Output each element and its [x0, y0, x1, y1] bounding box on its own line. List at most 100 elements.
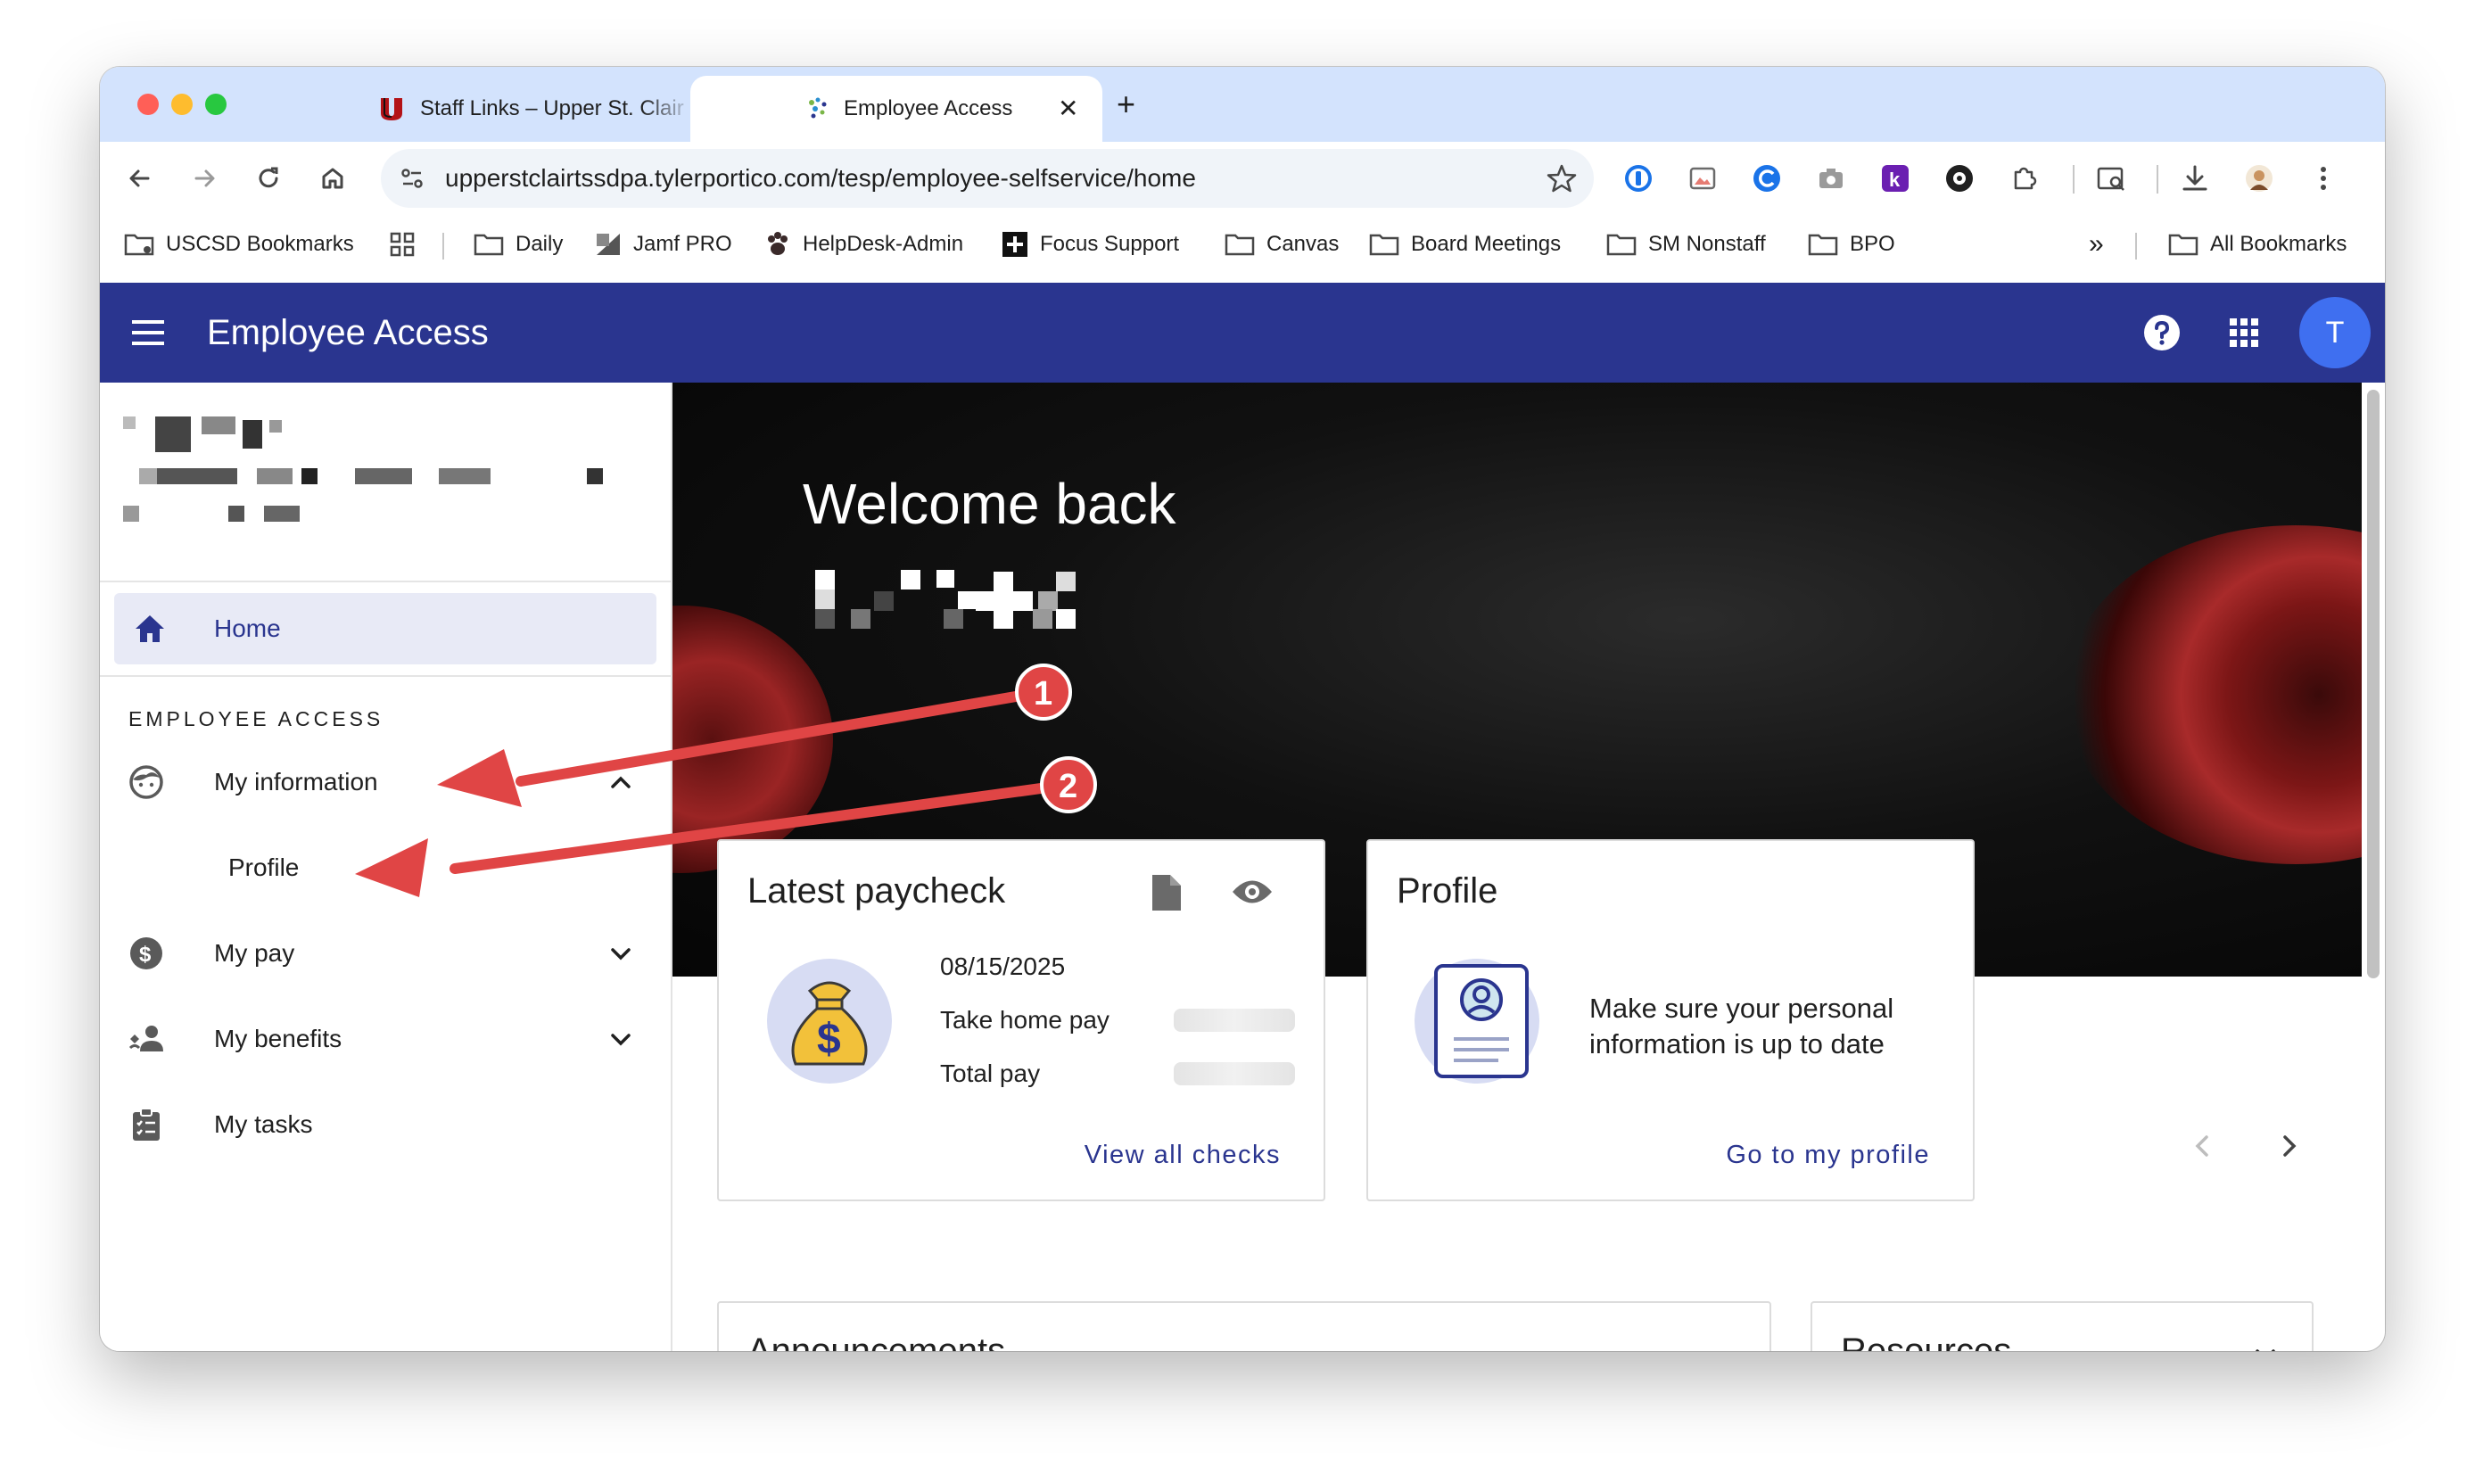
bookmark-label: USCSD Bookmarks: [166, 232, 354, 256]
chevron-right-icon[interactable]: [2271, 1128, 2306, 1164]
extensions-puzzle-icon[interactable]: [2007, 161, 2041, 195]
tab-employee-access[interactable]: Employee Access ✕: [690, 76, 1102, 142]
menu-icon[interactable]: [130, 317, 166, 349]
resources-card: Resources: [1811, 1301, 2314, 1351]
bookmark-uscsd[interactable]: USCSD Bookmarks: [123, 227, 354, 261]
chevron-down-icon[interactable]: [2249, 1339, 2281, 1351]
bookmark-label: Board Meetings: [1411, 232, 1562, 256]
folder-icon: [124, 234, 154, 256]
bookmark-star-icon[interactable]: [1546, 162, 1578, 194]
sidebar-item-my-tasks[interactable]: My tasks: [100, 1089, 671, 1160]
folder-icon: [474, 234, 504, 256]
sidebar-item-label: My pay: [214, 939, 295, 967]
home-icon[interactable]: [316, 161, 350, 195]
password-manager-icon[interactable]: [1621, 161, 1655, 195]
bookmark-label: Jamf PRO: [633, 232, 732, 256]
view-all-checks-link[interactable]: View all checks: [1085, 1139, 1281, 1171]
minimize-window-button[interactable]: [171, 94, 193, 115]
chevron-up-icon[interactable]: [605, 766, 637, 798]
svg-text:$: $: [817, 1016, 841, 1063]
money-bag-icon: $: [767, 959, 892, 1084]
close-window-button[interactable]: [137, 94, 159, 115]
folder-icon: [1225, 234, 1255, 256]
latest-paycheck-card: Latest paycheck $ 08/15/2025 Take home p…: [717, 839, 1325, 1201]
reload-icon[interactable]: [252, 161, 285, 195]
svg-text:k: k: [1889, 169, 1901, 191]
new-tab-button[interactable]: +: [1117, 87, 1135, 122]
download-icon[interactable]: [2178, 161, 2212, 195]
hero-background-image: [2064, 525, 2362, 864]
sidebar-item-my-benefits[interactable]: My benefits: [100, 1003, 671, 1075]
more-bookmarks-button[interactable]: »: [2089, 227, 2104, 261]
close-icon[interactable]: ✕: [1058, 94, 1078, 124]
browser-window: Staff Links – Upper St. Clair S ✕ Employ…: [100, 67, 2385, 1351]
profile-card: Profile Make sure your personal informat…: [1366, 839, 1975, 1201]
people-icon: [128, 1026, 163, 1051]
sidebar-item-my-information[interactable]: My information: [100, 746, 671, 818]
bookmark-daily[interactable]: Daily: [473, 227, 563, 261]
sidebar-item-label: Profile: [228, 853, 300, 881]
all-bookmarks-button[interactable]: All Bookmarks: [2167, 227, 2347, 261]
apps-grid-icon[interactable]: [2228, 317, 2260, 349]
clipboard-list-icon: [133, 1108, 160, 1141]
document-icon[interactable]: [1151, 873, 1183, 912]
more-vert-icon[interactable]: [2306, 161, 2340, 195]
take-home-pay-value: [1174, 1009, 1295, 1032]
bookmark-apps[interactable]: [389, 227, 416, 261]
bookmark-bpo[interactable]: BPO: [1807, 227, 1895, 261]
tyler-logo-icon: [809, 97, 827, 119]
profile-avatar-icon[interactable]: [2242, 161, 2276, 195]
tab-strip: Staff Links – Upper St. Clair S ✕ Employ…: [100, 67, 2385, 142]
app-title: Employee Access: [207, 313, 489, 352]
sidebar-item-home[interactable]: Home: [114, 593, 656, 664]
back-arrow-icon[interactable]: [123, 161, 157, 195]
eye-icon[interactable]: [1231, 875, 1274, 909]
scrollbar[interactable]: [2367, 390, 2380, 978]
upper-st-clair-logo-icon: [381, 98, 402, 120]
bookmark-focus-support[interactable]: Focus Support: [1001, 227, 1179, 261]
announcements-card: Announcements: [717, 1301, 1771, 1351]
main-content: Welcome back Latest paycheck $ 08/15/202…: [672, 383, 2385, 1351]
user-avatar[interactable]: T: [2299, 297, 2371, 368]
dollar-circle-icon: $: [130, 937, 162, 969]
bookmark-label: Canvas: [1266, 232, 1340, 256]
face-icon: [129, 765, 163, 799]
bookmark-helpdesk[interactable]: HelpDesk-Admin: [763, 227, 963, 261]
chevron-left-icon[interactable]: [2185, 1128, 2221, 1164]
tab-search-icon[interactable]: [2094, 161, 2128, 195]
screencast-extension-icon[interactable]: [1943, 161, 1976, 195]
site-settings-icon[interactable]: [397, 163, 427, 194]
folder-icon: [2168, 234, 2198, 256]
forward-arrow-icon[interactable]: [187, 161, 221, 195]
bookmark-label: SM Nonstaff: [1648, 232, 1766, 256]
folder-icon: [1606, 234, 1637, 256]
bookmark-board-meetings[interactable]: Board Meetings: [1368, 227, 1561, 261]
url-text: upperstclairtssdpa.tylerportico.com/tesp…: [445, 164, 1196, 192]
sidebar-item-profile[interactable]: Profile: [100, 832, 671, 903]
profile-document-icon: [1415, 959, 1539, 1084]
card-title: Latest paycheck: [747, 871, 1006, 911]
address-bar[interactable]: upperstclairtssdpa.tylerportico.com/tesp…: [381, 149, 1594, 208]
sidebar-item-my-pay[interactable]: $ My pay: [100, 918, 671, 989]
apps-grid-icon: [390, 232, 415, 257]
kami-extension-icon[interactable]: k: [1878, 161, 1912, 195]
app-header: Employee Access T: [100, 283, 2385, 383]
grammar-extension-icon[interactable]: [1750, 161, 1784, 195]
help-icon[interactable]: [2142, 313, 2182, 352]
bookmark-sm-nonstaff[interactable]: SM Nonstaff: [1605, 227, 1766, 261]
pay-date: 08/15/2025: [940, 952, 1066, 980]
camera-icon[interactable]: [1814, 161, 1848, 195]
card-title: Announcements: [747, 1331, 1006, 1351]
section-title: EMPLOYEE ACCESS: [128, 707, 384, 730]
maximize-window-button[interactable]: [205, 94, 227, 115]
screen-capture-icon[interactable]: [1686, 161, 1720, 195]
bookmark-jamf[interactable]: Jamf PRO: [594, 227, 732, 261]
go-to-my-profile-link[interactable]: Go to my profile: [1726, 1139, 1930, 1171]
welcome-heading: Welcome back: [803, 472, 1176, 536]
chevron-down-icon[interactable]: [605, 937, 637, 969]
total-pay-value: [1174, 1062, 1295, 1085]
chevron-down-icon[interactable]: [605, 1023, 637, 1055]
sidebar-item-label: My tasks: [214, 1110, 313, 1138]
bookmark-canvas[interactable]: Canvas: [1224, 227, 1339, 261]
bookmark-label: Daily: [516, 232, 564, 256]
